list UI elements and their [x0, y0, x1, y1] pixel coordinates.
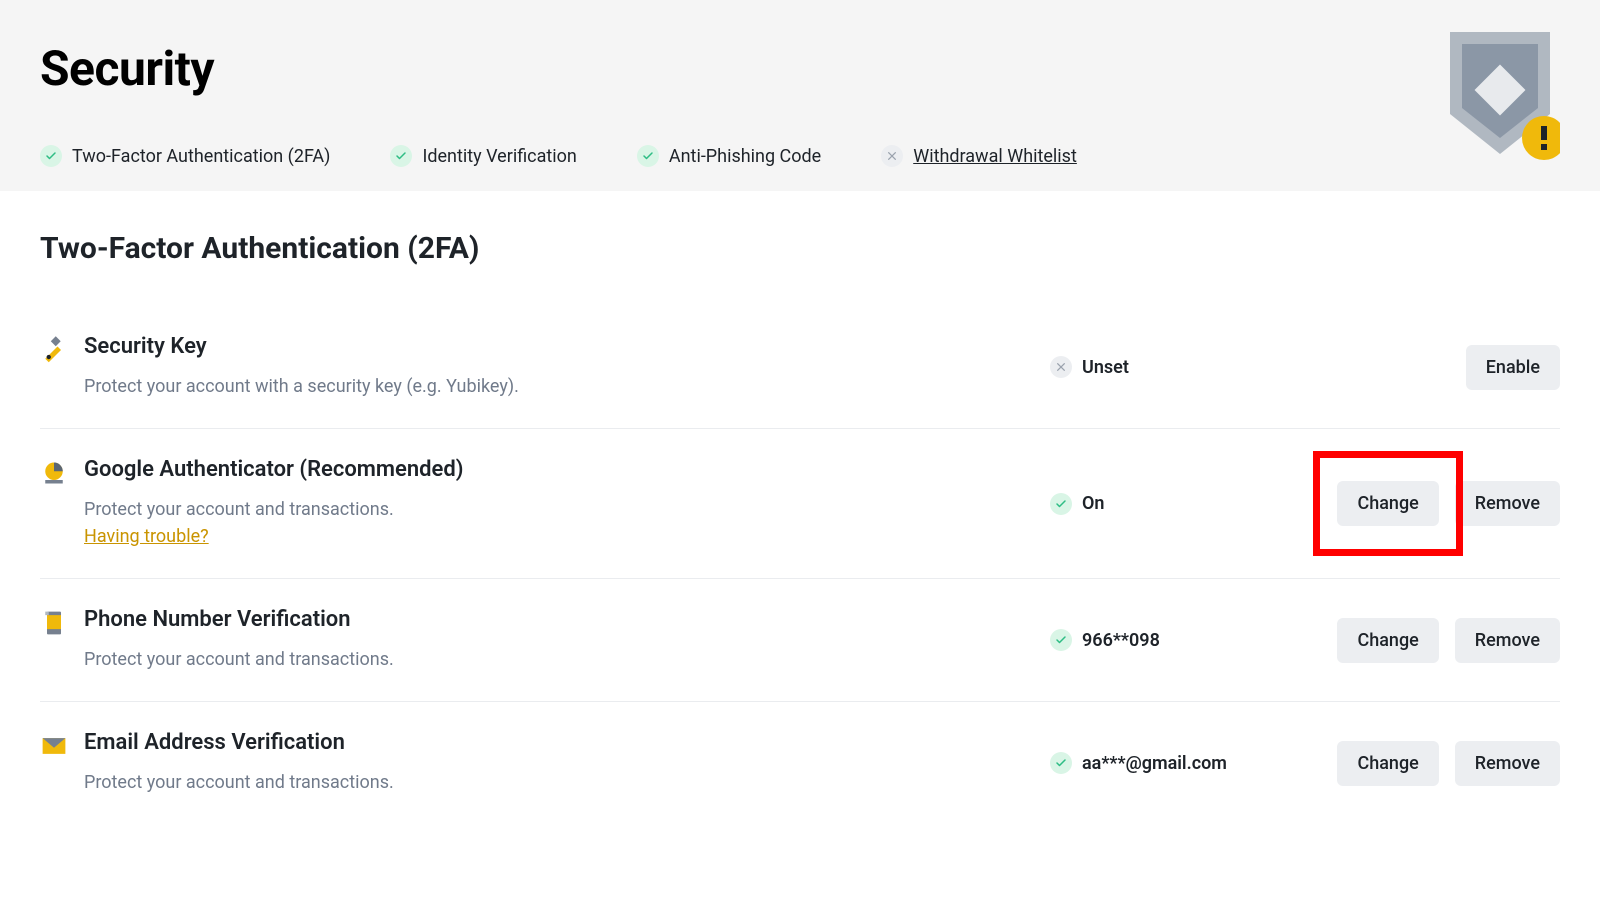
x-icon — [1050, 356, 1072, 378]
twofa-section: Two-Factor Authentication (2FA) Security… — [0, 191, 1600, 824]
remove-button[interactable]: Remove — [1455, 618, 1560, 663]
item-actions: Change Remove — [1300, 481, 1560, 526]
status-text: Unset — [1082, 357, 1129, 378]
help-link[interactable]: Having trouble? — [84, 526, 209, 547]
page-title: Security — [40, 40, 1560, 97]
enable-button[interactable]: Enable — [1466, 345, 1560, 390]
twofa-items-list: Security Key Protect your account with a … — [40, 306, 1560, 824]
item-title: Google Authenticator (Recommended) — [84, 457, 1030, 482]
page-header: Security Two-Factor Authentication (2FA)… — [0, 0, 1600, 191]
item-content: Security Key Protect your account with a … — [84, 334, 1050, 400]
twofa-item-email: Email Address Verification Protect your a… — [40, 702, 1560, 824]
remove-button[interactable]: Remove — [1455, 741, 1560, 786]
check-icon — [40, 145, 62, 167]
status-item-2: Anti-Phishing Code — [637, 145, 821, 167]
item-title: Email Address Verification — [84, 730, 1030, 755]
twofa-item-phone: Phone Number Verification Protect your ac… — [40, 579, 1560, 702]
status-label: Anti-Phishing Code — [669, 146, 821, 167]
status-item-0: Two-Factor Authentication (2FA) — [40, 145, 330, 167]
check-icon — [1050, 629, 1072, 651]
status-label: Withdrawal Whitelist — [913, 146, 1077, 167]
item-content: Email Address Verification Protect your a… — [84, 730, 1050, 796]
change-button[interactable]: Change — [1337, 741, 1438, 786]
item-content: Google Authenticator (Recommended) Protec… — [84, 457, 1050, 550]
item-title: Phone Number Verification — [84, 607, 1030, 632]
item-description: Protect your account with a security key… — [84, 373, 1030, 400]
google-auth-icon — [40, 457, 84, 491]
status-item-1: Identity Verification — [390, 145, 576, 167]
phone-icon — [40, 607, 84, 641]
item-status: 966**098 — [1050, 629, 1300, 651]
status-text: aa***@gmail.com — [1082, 753, 1227, 774]
item-actions: Enable — [1300, 345, 1560, 390]
check-icon — [1050, 752, 1072, 774]
security-status-row: Two-Factor Authentication (2FA) Identity … — [40, 145, 1560, 167]
shield-badge-icon — [1440, 24, 1560, 164]
check-icon — [390, 145, 412, 167]
twofa-item-google-auth: Google Authenticator (Recommended) Protec… — [40, 429, 1560, 579]
status-text: On — [1082, 493, 1104, 514]
status-item-3[interactable]: Withdrawal Whitelist — [881, 145, 1077, 167]
item-description: Protect your account and transactions. — [84, 646, 1030, 673]
status-text: 966**098 — [1082, 630, 1160, 651]
status-label: Two-Factor Authentication (2FA) — [72, 146, 330, 167]
email-icon — [40, 730, 84, 764]
security-key-icon — [40, 334, 84, 368]
item-status: aa***@gmail.com — [1050, 752, 1300, 774]
item-status: Unset — [1050, 356, 1300, 378]
remove-button[interactable]: Remove — [1455, 481, 1560, 526]
status-label: Identity Verification — [422, 146, 576, 167]
check-icon — [637, 145, 659, 167]
x-icon — [881, 145, 903, 167]
item-status: On — [1050, 493, 1300, 515]
item-content: Phone Number Verification Protect your ac… — [84, 607, 1050, 673]
item-actions: Change Remove — [1300, 618, 1560, 663]
item-title: Security Key — [84, 334, 1030, 359]
change-button[interactable]: Change — [1337, 481, 1438, 526]
item-actions: Change Remove — [1300, 741, 1560, 786]
check-icon — [1050, 493, 1072, 515]
section-title: Two-Factor Authentication (2FA) — [40, 231, 1560, 266]
change-button[interactable]: Change — [1337, 618, 1438, 663]
item-description: Protect your account and transactions.Ha… — [84, 496, 1030, 550]
item-description: Protect your account and transactions. — [84, 769, 1030, 796]
twofa-item-security-key: Security Key Protect your account with a … — [40, 306, 1560, 429]
